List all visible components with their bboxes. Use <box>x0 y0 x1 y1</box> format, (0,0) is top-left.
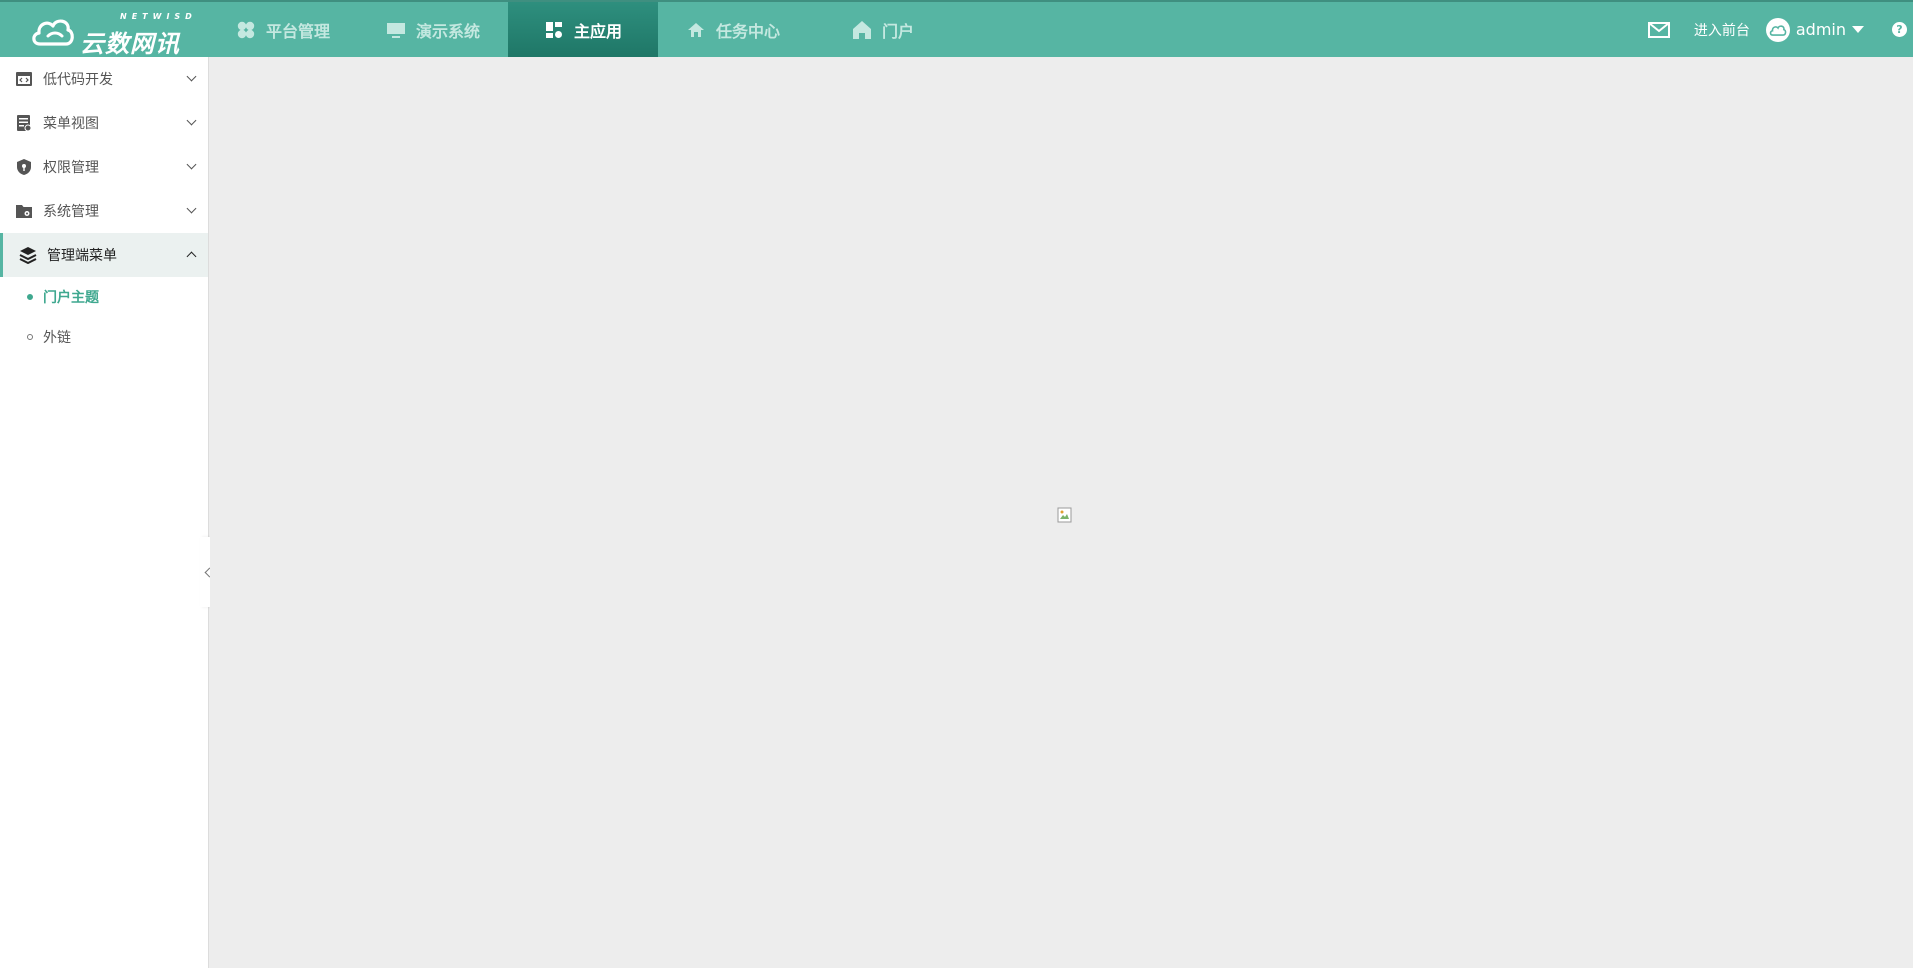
sidebar-item-system[interactable]: 系统管理 <box>0 189 208 233</box>
chevron-down-icon <box>186 203 197 214</box>
top-header: NETWISD 云数网讯 平台管理 演示系统 主应用 任务中心 门户 进入前台 … <box>0 0 1913 58</box>
user-name[interactable]: admin <box>1796 20 1846 39</box>
nav-main-app[interactable]: 主应用 <box>508 2 658 57</box>
avatar-cloud-icon <box>1769 24 1787 36</box>
sidebar-item-admin-menu[interactable]: 管理端菜单 <box>0 233 208 277</box>
sidebar-item-label: 低代码开发 <box>43 72 113 88</box>
folder-gear-icon <box>15 202 33 220</box>
chevron-down-icon <box>186 71 197 82</box>
sidebar-item-label: 菜单视图 <box>43 116 99 132</box>
nav-label: 任务中心 <box>715 21 780 41</box>
code-window-icon <box>15 70 33 88</box>
sidebar-item-permissions[interactable]: 权限管理 <box>0 145 208 189</box>
logo-text: 云数网讯 <box>80 30 180 58</box>
nav-platform-management[interactable]: 平台管理 <box>208 2 358 57</box>
logo-subtitle: NETWISD <box>120 12 197 21</box>
dashboard-icon <box>544 20 564 40</box>
layers-icon <box>19 246 37 264</box>
chevron-down-icon <box>186 159 197 170</box>
nav-label: 门户 <box>881 21 914 41</box>
sidebar: 低代码开发 菜单视图 权限管理 系统管理 管理端菜单 门户主题 外链 <box>0 57 215 968</box>
monitor-icon <box>386 20 406 40</box>
document-icon <box>15 114 33 132</box>
enter-frontend-link[interactable]: 进入前台 <box>1694 20 1750 40</box>
chevron-down-icon <box>186 115 197 126</box>
sidebar-item-label: 权限管理 <box>43 160 99 176</box>
submenu-item-label: 门户主题 <box>43 290 99 306</box>
sidebar-item-lowcode[interactable]: 低代码开发 <box>0 57 208 101</box>
header-right-tools: 进入前台 admin ? <box>1647 2 1913 57</box>
submenu-item-portal-theme[interactable]: 门户主题 <box>0 277 208 317</box>
top-navigation: 平台管理 演示系统 主应用 任务中心 门户 <box>208 2 958 57</box>
house-icon <box>852 20 872 40</box>
chevron-up-icon <box>186 251 197 262</box>
submenu-item-label: 外链 <box>43 330 71 346</box>
sidebar-item-label: 管理端菜单 <box>47 248 117 264</box>
submenu-item-external-link[interactable]: 外链 <box>0 317 208 357</box>
sidebar-item-label: 系统管理 <box>43 204 99 220</box>
bullet-dot-icon <box>27 334 33 340</box>
home-icon <box>686 20 706 40</box>
nav-label: 平台管理 <box>265 21 330 41</box>
brand-logo[interactable]: NETWISD 云数网讯 <box>30 12 192 58</box>
cloud-logo-icon <box>32 19 74 46</box>
avatar[interactable] <box>1765 17 1790 42</box>
nav-task-center[interactable]: 任务中心 <box>658 2 808 57</box>
shield-icon <box>15 158 33 176</box>
nav-portal[interactable]: 门户 <box>808 2 958 57</box>
clover-icon <box>236 20 256 40</box>
nav-label: 主应用 <box>573 21 622 41</box>
nav-demo-system[interactable]: 演示系统 <box>358 2 508 57</box>
help-icon[interactable]: ? <box>1892 22 1907 37</box>
mail-icon[interactable] <box>1647 21 1670 38</box>
bullet-dot-icon <box>27 294 33 300</box>
broken-image-icon <box>1057 507 1072 523</box>
nav-label: 演示系统 <box>415 21 480 41</box>
main-content <box>210 57 1913 968</box>
user-dropdown-caret-icon[interactable] <box>1852 26 1864 33</box>
sidebar-item-menu-view[interactable]: 菜单视图 <box>0 101 208 145</box>
